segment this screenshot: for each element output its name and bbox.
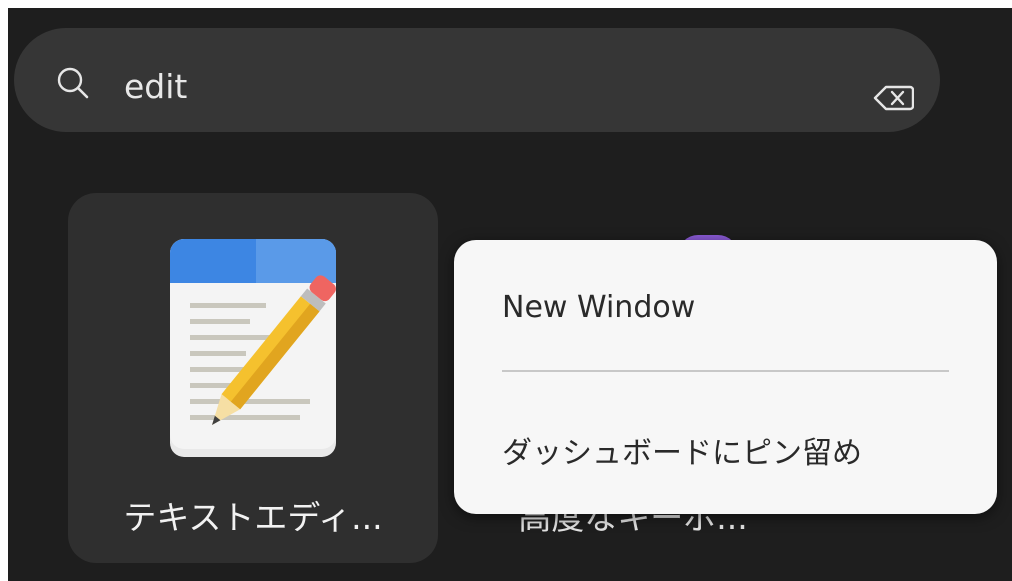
backspace-clear-icon[interactable]: [872, 84, 914, 112]
app-grid-overview: edit テキストエディ... 高度なキーボ... New Window ダッシ…: [8, 8, 1012, 581]
app-label: テキストエディ...: [123, 498, 383, 537]
context-menu: New Window ダッシュボードにピン留め: [454, 240, 997, 514]
menu-item-pin-to-dash[interactable]: ダッシュボードにピン留め: [454, 406, 997, 492]
menu-item-label: New Window: [502, 290, 696, 325]
text-editor-icon: [170, 239, 336, 457]
menu-separator: [502, 370, 949, 372]
search-icon: [57, 67, 89, 99]
search-bar[interactable]: edit: [14, 28, 940, 132]
search-input[interactable]: edit: [124, 70, 187, 103]
menu-item-label: ダッシュボードにピン留め: [502, 436, 862, 471]
app-tile-text-editor[interactable]: テキストエディ...: [68, 193, 438, 563]
menu-item-new-window[interactable]: New Window: [454, 268, 997, 354]
